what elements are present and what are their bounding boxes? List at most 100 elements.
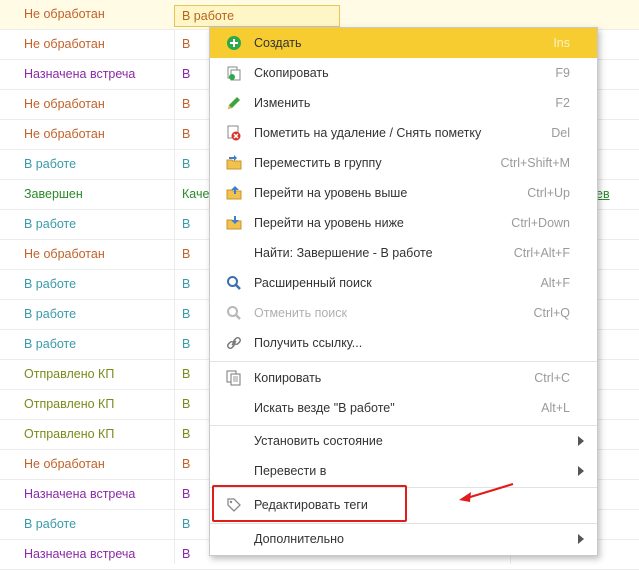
menu-item-label: Найти: Завершение - В работе bbox=[254, 246, 433, 260]
menu-item-label: Изменить bbox=[254, 96, 311, 110]
status-cell: Назначена встреча bbox=[24, 547, 136, 561]
menu-item-label: Дополнительно bbox=[254, 532, 344, 546]
selected-cell[interactable]: В работе bbox=[174, 5, 340, 27]
status-cell: Отправлено КП bbox=[24, 397, 115, 411]
menu-item-shortcut: Alt+L bbox=[541, 401, 570, 415]
stage-cell: В bbox=[182, 97, 191, 111]
menu-item-move-group[interactable]: Переместить в группу Ctrl+Shift+M bbox=[210, 148, 597, 178]
status-cell: В работе bbox=[24, 217, 77, 231]
submenu-arrow-icon bbox=[578, 436, 584, 446]
stage-cell: В bbox=[182, 457, 191, 471]
menu-item-label: Переместить в группу bbox=[254, 156, 382, 170]
menu-item-search-everywhere[interactable]: Искать везде "В работе" Alt+L bbox=[210, 393, 597, 423]
menu-item-shortcut: Ctrl+Up bbox=[527, 186, 570, 200]
menu-item-shortcut: Del bbox=[551, 126, 570, 140]
menu-item-shortcut: F2 bbox=[555, 96, 570, 110]
menu-item-label: Скопировать bbox=[254, 66, 329, 80]
menu-item-shortcut: Ctrl+Down bbox=[511, 216, 570, 230]
context-menu: Создать Ins Скопировать F9 Изменить F2 П… bbox=[209, 27, 598, 556]
annotation-highlight-box bbox=[212, 485, 407, 522]
menu-item-edit[interactable]: Изменить F2 bbox=[210, 88, 597, 118]
menu-item-more[interactable]: Дополнительно bbox=[210, 524, 597, 554]
status-cell: В работе bbox=[24, 337, 77, 351]
menu-item-mark-delete[interactable]: Пометить на удаление / Снять пометку Del bbox=[210, 118, 597, 148]
menu-item-level-down[interactable]: Перейти на уровень ниже Ctrl+Down bbox=[210, 208, 597, 238]
folder-down-icon bbox=[226, 216, 242, 230]
stage-cell: В bbox=[182, 247, 191, 261]
menu-item-shortcut: Ins bbox=[553, 36, 570, 50]
menu-item-label: Расширенный поиск bbox=[254, 276, 372, 290]
menu-item-copy[interactable]: Копировать Ctrl+C bbox=[210, 363, 597, 393]
menu-item-shortcut: Ctrl+Alt+F bbox=[513, 246, 570, 260]
stage-cell: В bbox=[182, 547, 191, 561]
stage-cell: В bbox=[182, 397, 191, 411]
stage-cell: В работе bbox=[182, 9, 235, 23]
menu-item-shortcut: Ctrl+Q bbox=[533, 306, 570, 320]
plus-circle-icon bbox=[227, 36, 241, 50]
status-cell: Отправлено КП bbox=[24, 367, 115, 381]
menu-item-label: Пометить на удаление / Снять пометку bbox=[254, 126, 482, 140]
menu-item-copy-item[interactable]: Скопировать F9 bbox=[210, 58, 597, 88]
stage-cell: В bbox=[182, 517, 191, 531]
status-cell: Назначена встреча bbox=[24, 67, 136, 81]
menu-item-find[interactable]: Найти: Завершение - В работе Ctrl+Alt+F bbox=[210, 238, 597, 268]
menu-item-label: Искать везде "В работе" bbox=[254, 401, 395, 415]
menu-item-label: Перейти на уровень ниже bbox=[254, 216, 404, 230]
status-cell: Завершен bbox=[24, 187, 83, 201]
menu-item-cancel-search[interactable]: Отменить поиск Ctrl+Q bbox=[210, 298, 597, 328]
status-cell: Не обработан bbox=[24, 457, 105, 471]
stage-cell: Каче bbox=[182, 187, 210, 201]
menu-item-shortcut: Alt+F bbox=[540, 276, 570, 290]
menu-item-label: Перевести в bbox=[254, 464, 327, 478]
menu-item-create[interactable]: Создать Ins bbox=[210, 28, 597, 58]
status-cell: Не обработан bbox=[24, 127, 105, 141]
menu-item-label: Создать bbox=[254, 36, 302, 50]
stage-cell: В bbox=[182, 127, 191, 141]
menu-item-set-state[interactable]: Установить состояние bbox=[210, 426, 597, 456]
stage-cell: В bbox=[182, 367, 191, 381]
menu-item-label: Получить ссылку... bbox=[254, 336, 363, 350]
annotation-arrow-icon bbox=[459, 482, 514, 502]
pencil-icon bbox=[228, 97, 240, 109]
status-cell: Не обработан bbox=[24, 37, 105, 51]
menu-item-get-link[interactable]: Получить ссылку... bbox=[210, 328, 597, 358]
menu-item-shortcut: Ctrl+C bbox=[534, 371, 570, 385]
menu-item-label: Перейти на уровень выше bbox=[254, 186, 408, 200]
status-cell: Отправлено КП bbox=[24, 427, 115, 441]
menu-item-convert-to[interactable]: Перевести в bbox=[210, 456, 597, 486]
menu-item-label: Копировать bbox=[254, 371, 322, 385]
menu-item-label: Установить состояние bbox=[254, 434, 383, 448]
table-row[interactable]: Не обработан В работе bbox=[0, 0, 639, 30]
stage-cell: В bbox=[182, 157, 191, 171]
move-to-folder-icon bbox=[226, 155, 242, 170]
menu-item-level-up[interactable]: Перейти на уровень выше Ctrl+Up bbox=[210, 178, 597, 208]
menu-item-label: Отменить поиск bbox=[254, 306, 348, 320]
stage-cell: В bbox=[182, 427, 191, 441]
status-cell: В работе bbox=[24, 157, 77, 171]
status-cell: В работе bbox=[24, 277, 77, 291]
stage-cell: В bbox=[182, 277, 191, 291]
stage-cell: В bbox=[182, 217, 191, 231]
status-cell: Не обработан bbox=[24, 97, 105, 111]
delete-mark-icon bbox=[227, 125, 241, 141]
stage-cell: В bbox=[182, 67, 191, 81]
submenu-arrow-icon bbox=[578, 534, 584, 544]
submenu-arrow-icon bbox=[578, 466, 584, 476]
stage-cell: В bbox=[182, 37, 191, 51]
stage-cell: В bbox=[182, 337, 191, 351]
magnifier-cancel-icon bbox=[227, 306, 241, 320]
status-cell: Назначена встреча bbox=[24, 487, 136, 501]
clipboard-copy-icon bbox=[226, 370, 241, 386]
menu-item-shortcut: Ctrl+Shift+M bbox=[500, 156, 570, 170]
link-cell[interactable]: ев bbox=[596, 187, 610, 201]
status-cell: Не обработан bbox=[24, 7, 105, 21]
link-icon bbox=[227, 337, 241, 349]
status-cell: В работе bbox=[24, 307, 77, 321]
stage-cell: В bbox=[182, 307, 191, 321]
stage-cell: В bbox=[182, 487, 191, 501]
folder-up-icon bbox=[226, 186, 242, 200]
magnifier-icon bbox=[227, 276, 241, 290]
status-cell: В работе bbox=[24, 517, 77, 531]
menu-item-advanced-search[interactable]: Расширенный поиск Alt+F bbox=[210, 268, 597, 298]
status-cell: Не обработан bbox=[24, 247, 105, 261]
